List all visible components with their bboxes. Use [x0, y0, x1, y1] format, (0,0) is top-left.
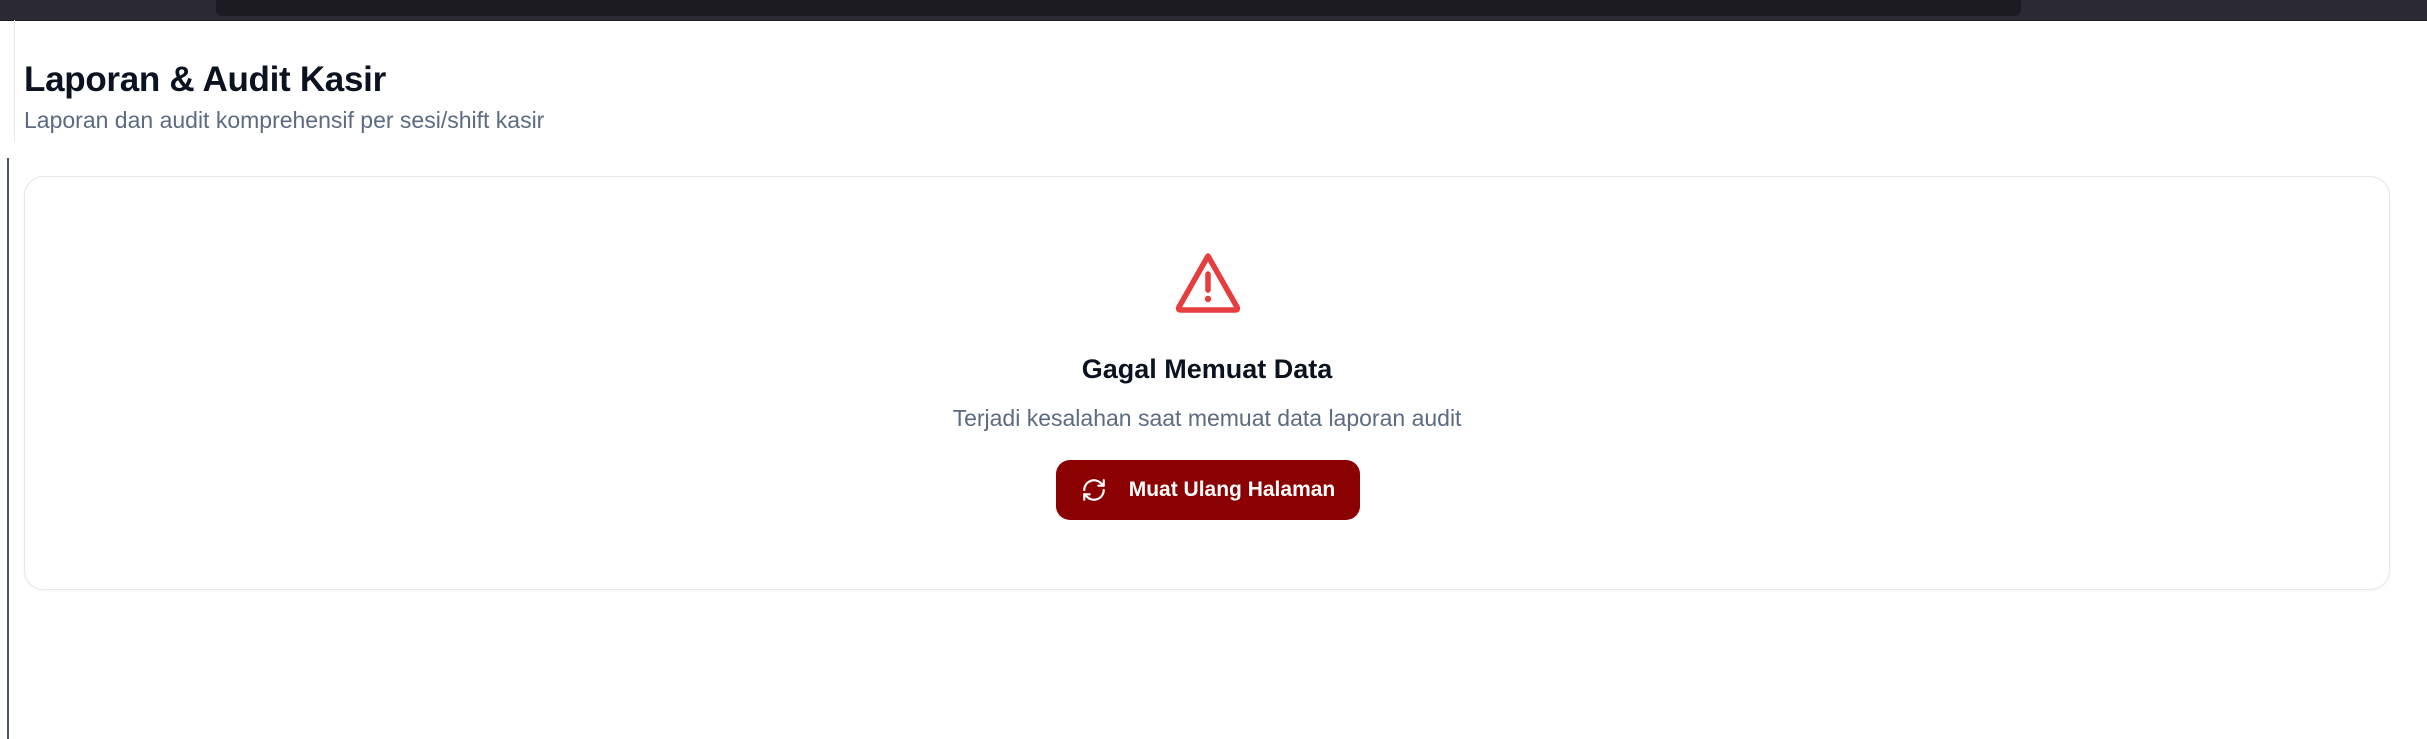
refresh-icon: [1082, 479, 1105, 501]
page-header: Laporan & Audit Kasir Laporan dan audit …: [24, 56, 544, 136]
reload-button-label: Muat Ulang Halaman: [1128, 478, 1336, 501]
error-message: Terjadi kesalahan saat memuat data lapor…: [952, 405, 1462, 431]
error-card: Gagal Memuat Data Terjadi kesalahan saat…: [24, 176, 2390, 590]
page-subtitle: Laporan dan audit komprehensif per sesi/…: [24, 107, 545, 133]
error-title: Gagal Memuat Data: [1081, 354, 1333, 384]
page-title: Laporan & Audit Kasir: [24, 60, 386, 99]
address-bar[interactable]: [216, 0, 2021, 16]
alert-triangle-icon: [1175, 253, 1241, 313]
sidebar-edge: [14, 20, 15, 142]
reload-page-button[interactable]: Muat Ulang Halaman: [1056, 460, 1360, 520]
scrollbar[interactable]: [7, 158, 9, 739]
browser-toolbar: [0, 0, 2427, 21]
